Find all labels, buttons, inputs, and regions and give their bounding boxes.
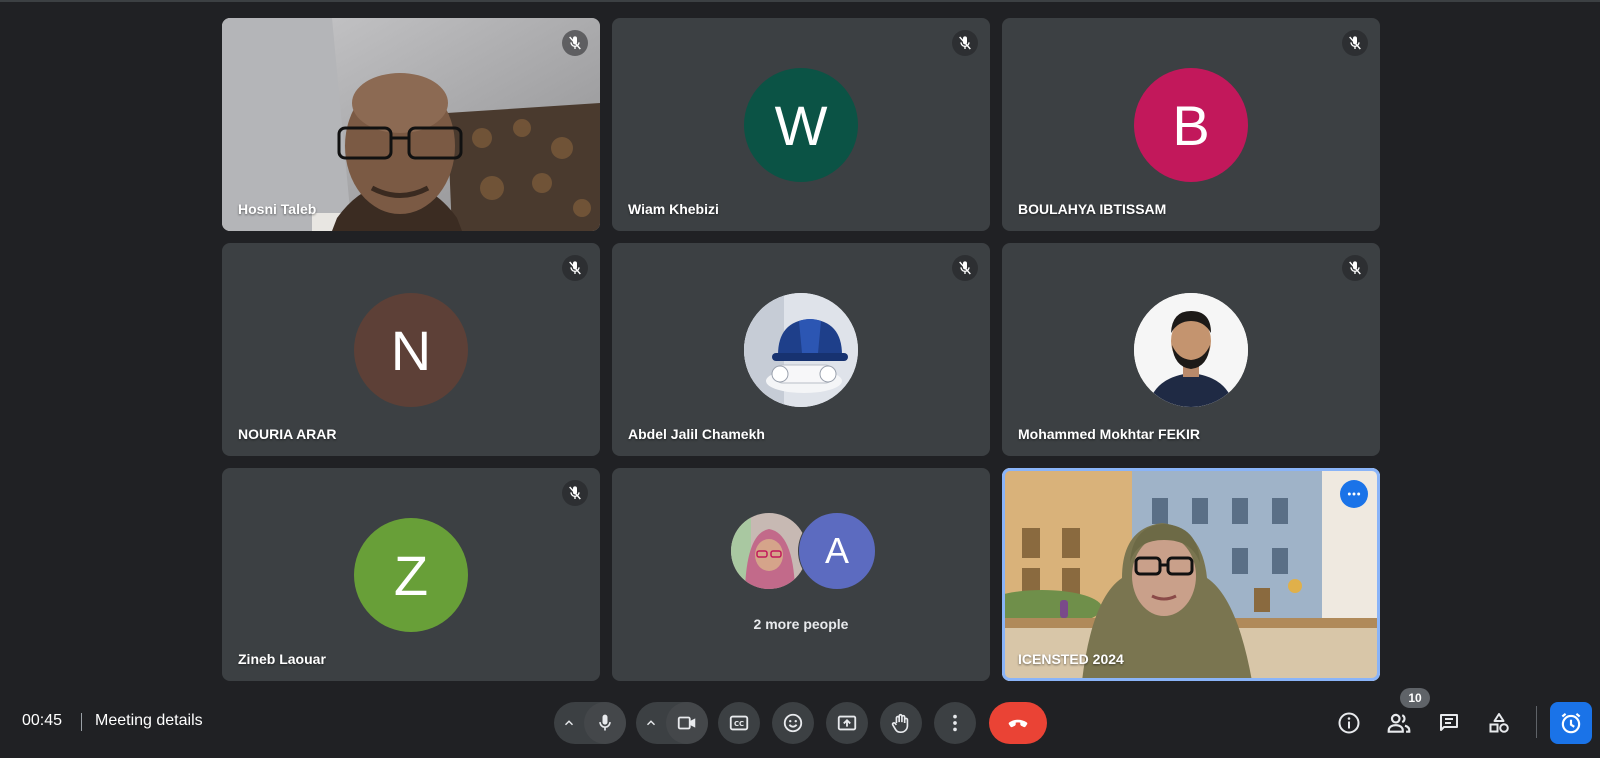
present-button[interactable] xyxy=(826,702,868,744)
raise-hand-button[interactable] xyxy=(880,702,922,744)
meeting-time: 00:45 xyxy=(22,712,63,729)
info-icon xyxy=(1338,712,1360,734)
participant-name: BOULAHYA IBTISSAM xyxy=(1018,201,1167,217)
camera-control-group xyxy=(636,702,708,744)
mic-off-icon xyxy=(952,255,978,281)
participant-tile[interactable]: N NOURIA ARAR xyxy=(222,243,600,456)
activities-icon xyxy=(1489,713,1509,733)
participant-grid: Hosni Taleb W Wiam Khebizi B BOULAHYA IB… xyxy=(222,18,1382,681)
participant-name: NOURIA ARAR xyxy=(238,426,337,442)
participant-video xyxy=(222,18,600,231)
participant-name: ICENSTED 2024 xyxy=(1018,651,1124,667)
leave-call-button[interactable] xyxy=(989,702,1047,744)
mic-icon xyxy=(599,714,611,731)
more-people-tile[interactable]: A 2 more people xyxy=(612,468,990,681)
avatar-initial: N xyxy=(390,318,432,382)
avatar-photo xyxy=(1134,293,1248,407)
participant-tile[interactable]: Z Zineb Laouar xyxy=(222,468,600,681)
captions-icon: CC xyxy=(729,715,749,731)
mic-off-icon xyxy=(562,30,588,56)
activities-button[interactable] xyxy=(1478,702,1520,744)
participant-tile[interactable]: Abdel Jalil Chamekh xyxy=(612,243,990,456)
more-vert-icon xyxy=(953,714,957,732)
participant-name: Hosni Taleb xyxy=(238,201,317,217)
participant-tile[interactable]: Hosni Taleb xyxy=(222,18,600,231)
avatar: A xyxy=(798,512,876,590)
avatar: B xyxy=(1134,68,1248,182)
mic-off-icon xyxy=(562,255,588,281)
meeting-details-button[interactable]: Meeting details xyxy=(95,712,203,730)
alarm-icon xyxy=(1561,712,1581,734)
more-people-label: 2 more people xyxy=(753,616,849,632)
participant-name: Wiam Khebizi xyxy=(628,201,719,217)
chat-icon xyxy=(1440,714,1458,731)
participant-tile[interactable]: B BOULAHYA IBTISSAM xyxy=(1002,18,1380,231)
participant-video xyxy=(1002,468,1380,681)
people-count-badge: 10 xyxy=(1400,688,1430,708)
timer-button[interactable] xyxy=(1550,702,1592,744)
hand-icon xyxy=(891,713,909,733)
top-border xyxy=(0,0,1600,2)
participant-tile[interactable]: Mohammed Mokhtar FEKIR xyxy=(1002,243,1380,456)
mic-off-icon xyxy=(1342,30,1368,56)
chevron-up-icon[interactable] xyxy=(636,702,666,744)
avatar-photo xyxy=(730,512,808,590)
participant-tile[interactable]: W Wiam Khebizi xyxy=(612,18,990,231)
meeting-info-button[interactable] xyxy=(1328,702,1370,744)
avatar-initial: B xyxy=(1172,93,1210,157)
mic-off-icon xyxy=(562,480,588,506)
svg-text:CC: CC xyxy=(734,720,744,728)
avatar-photo xyxy=(744,293,858,407)
chat-button[interactable] xyxy=(1428,702,1470,744)
avatar: W xyxy=(744,68,858,182)
camera-button[interactable] xyxy=(666,702,708,744)
divider xyxy=(1536,706,1537,738)
mic-control-group xyxy=(554,702,626,744)
self-view-tile[interactable]: ICENSTED 2024 xyxy=(1002,468,1380,681)
emoji-button[interactable] xyxy=(772,702,814,744)
microphone-button[interactable] xyxy=(584,702,626,744)
camera-icon xyxy=(677,716,696,730)
participant-name: Zineb Laouar xyxy=(238,651,326,667)
emoji-icon xyxy=(783,713,803,733)
chevron-up-icon[interactable] xyxy=(554,702,584,744)
mic-off-icon xyxy=(1342,255,1368,281)
avatar-initial: A xyxy=(824,530,849,571)
avatar-initial: W xyxy=(774,93,828,157)
divider xyxy=(81,713,82,731)
bottom-bar: 00:45 Meeting details CC xyxy=(0,688,1600,758)
participant-name: Abdel Jalil Chamekh xyxy=(628,426,765,442)
mic-off-icon xyxy=(952,30,978,56)
people-button[interactable] xyxy=(1378,702,1420,744)
avatar: Z xyxy=(354,518,468,632)
present-icon xyxy=(837,715,857,731)
people-icon xyxy=(1387,713,1411,733)
avatar: N xyxy=(354,293,468,407)
more-horiz-icon[interactable] xyxy=(1340,480,1368,508)
avatar-initial: Z xyxy=(393,543,429,607)
call-end-icon xyxy=(1008,719,1028,728)
overflow-avatars: A xyxy=(730,512,876,590)
more-options-button[interactable] xyxy=(934,702,976,744)
participant-name: Mohammed Mokhtar FEKIR xyxy=(1018,426,1201,442)
captions-button[interactable]: CC xyxy=(718,702,760,744)
